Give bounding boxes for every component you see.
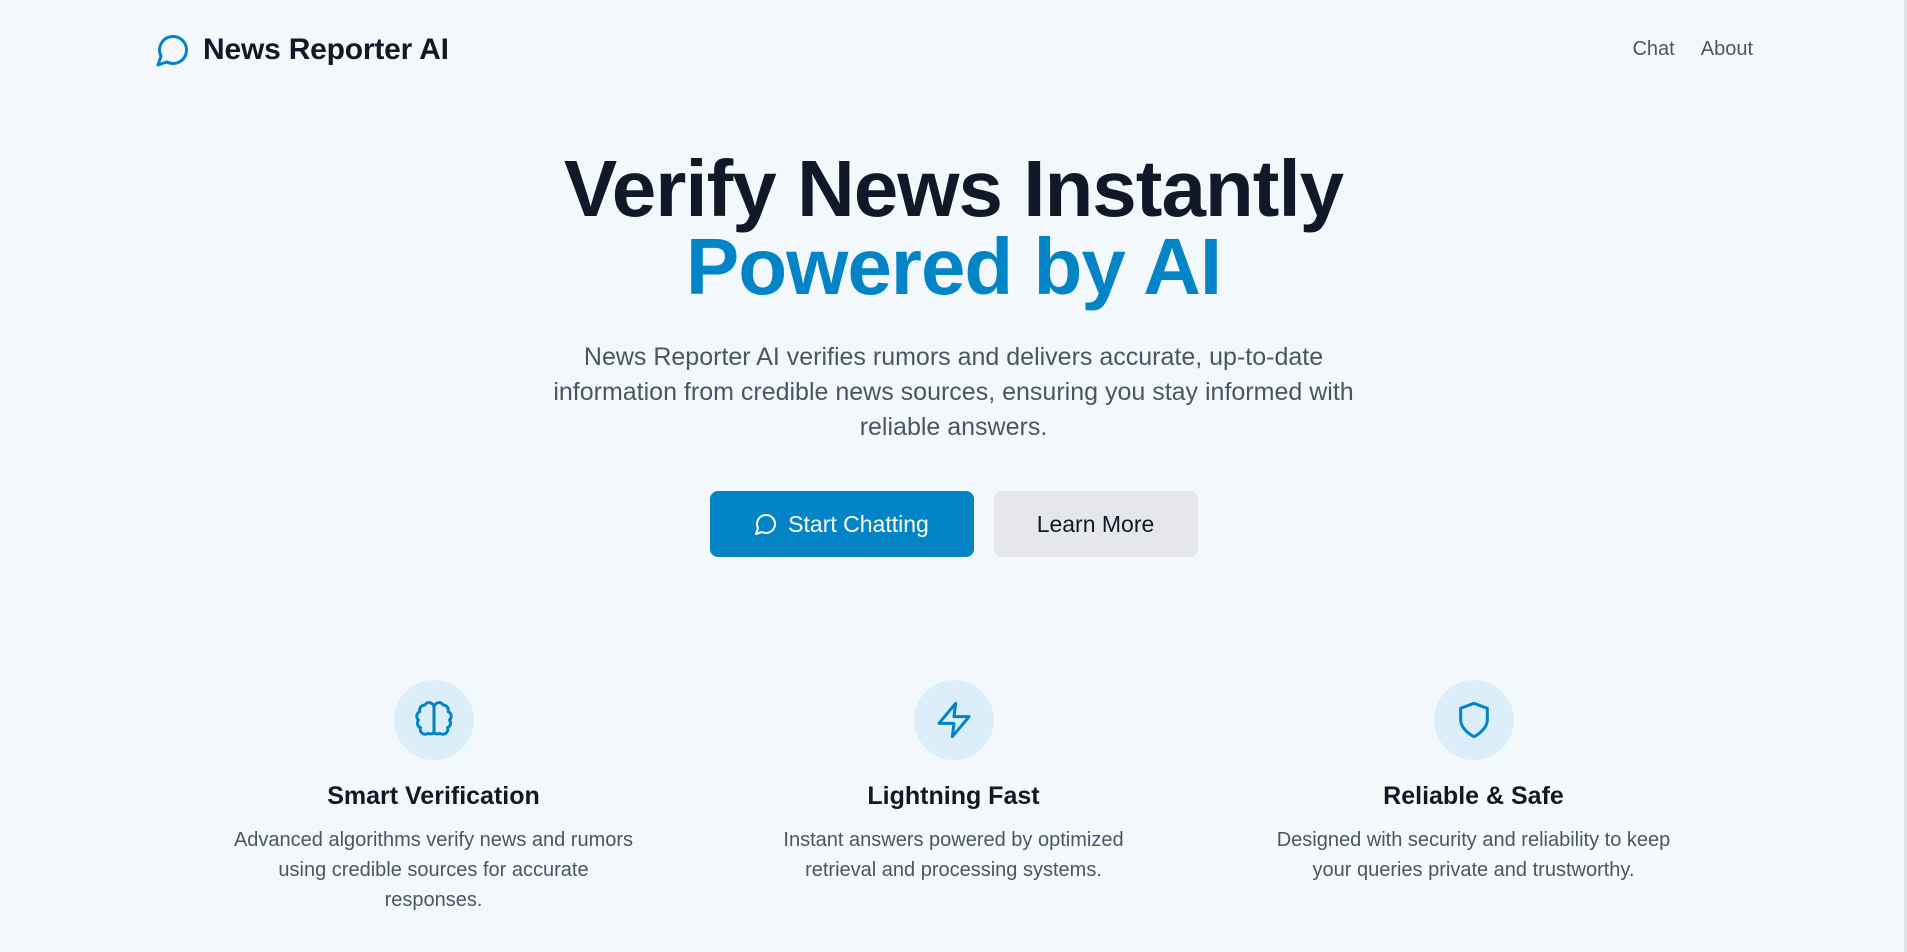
brand-name: News Reporter AI (203, 33, 449, 66)
hero-section: Verify News Instantly Powered by AI News… (0, 144, 1907, 557)
feature-card-smart-verification: Smart Verification Advanced algorithms v… (229, 680, 639, 915)
brain-icon (414, 701, 453, 736)
feature-icon-circle (393, 680, 474, 760)
hero-actions: Start Chatting Learn More (0, 491, 1907, 557)
hero-title: Verify News Instantly Powered by AI (0, 144, 1907, 311)
top-navbar: News Reporter AI Chat About (0, 0, 1907, 100)
nav-link-about[interactable]: About (1701, 38, 1753, 61)
learn-more-button[interactable]: Learn More (993, 491, 1198, 557)
feature-icon-circle (913, 680, 994, 760)
feature-title: Lightning Fast (867, 782, 1040, 810)
feature-description: Instant answers powered by optimized ret… (783, 829, 1124, 881)
hero-title-line2: Powered by AI (685, 222, 1222, 311)
feature-description: Advanced algorithms verify news and rumo… (233, 829, 634, 911)
lightning-icon (937, 701, 970, 739)
feature-title: Smart Verification (327, 782, 540, 810)
feature-title: Reliable & Safe (1383, 782, 1564, 810)
feature-description: Designed with security and reliability t… (1276, 829, 1671, 881)
start-chatting-button[interactable]: Start Chatting (709, 491, 974, 557)
main-nav: Chat About (1632, 38, 1753, 61)
feature-icon-circle (1433, 680, 1514, 760)
feature-card-reliable-safe: Reliable & Safe Designed with security a… (1269, 680, 1679, 915)
shield-icon (1458, 701, 1489, 739)
feature-card-lightning-fast: Lightning Fast Instant answers powered b… (749, 680, 1159, 915)
learn-more-label: Learn More (1036, 510, 1155, 537)
hero-title-line1: Verify News Instantly (563, 144, 1344, 233)
chat-bubble-icon (156, 34, 189, 67)
start-chatting-label: Start Chatting (788, 510, 929, 537)
nav-link-chat[interactable]: Chat (1632, 38, 1674, 61)
brand-logo[interactable]: News Reporter AI (155, 32, 449, 68)
features-section: Smart Verification Advanced algorithms v… (0, 680, 1907, 915)
chat-bubble-icon (755, 514, 777, 535)
hero-description: News Reporter AI verifies rumors and del… (553, 343, 1354, 441)
